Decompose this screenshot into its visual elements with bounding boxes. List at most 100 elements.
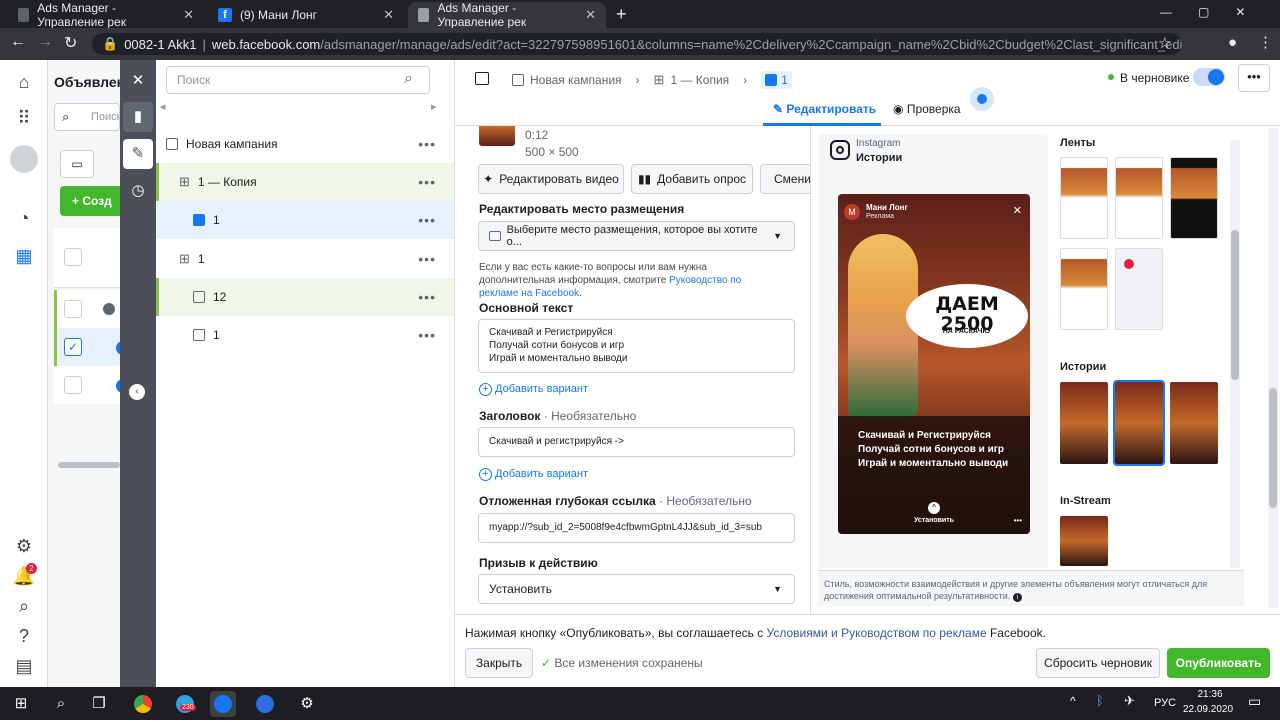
more-icon[interactable]: ••• (418, 174, 436, 190)
history-clock-icon[interactable]: ◷ (123, 176, 153, 206)
bluetooth-icon[interactable]: ᛒ (1096, 693, 1104, 708)
crumb-adset[interactable]: 1 — Копия (670, 73, 729, 87)
tree-item-ad-selected[interactable]: 1 ••• (156, 201, 454, 239)
tree-item-adset[interactable]: ⊞ 1 — Копия ••• (156, 163, 454, 201)
primary-text-input[interactable]: Скачивай и Регистрируйся Получай сотни б… (478, 319, 795, 373)
add-variant-link[interactable]: + Добавить вариант (479, 468, 588, 481)
browser-tab-active[interactable]: Ads Manager - Управление рек ✕ (408, 1, 606, 29)
tray-chevron-icon[interactable]: ^ (1070, 694, 1076, 708)
forward-icon[interactable]: → (37, 33, 53, 51)
browser-taskbar-icon[interactable] (210, 691, 236, 717)
horizontal-scrollbar[interactable] (58, 462, 120, 468)
placement-select[interactable]: Выберите место размещения, которое вы хо… (478, 221, 795, 251)
search-icon[interactable]: ⌕ (48, 691, 74, 717)
tab-edit[interactable]: ✎ Редактировать (773, 102, 876, 116)
placement-thumb-feed[interactable] (1060, 248, 1108, 330)
more-icon[interactable]: ••• (418, 136, 436, 152)
create-button[interactable]: + Созд (60, 186, 120, 216)
more-options-button[interactable]: ••• (1238, 64, 1270, 92)
search-icon[interactable]: ⌕ (12, 594, 36, 618)
cta-select[interactable]: Установить ▼ (478, 574, 795, 604)
window-controls[interactable]: —▢✕ (1160, 5, 1271, 19)
placement-thumb-story[interactable] (1170, 382, 1218, 464)
action-center-icon[interactable]: ▭ (1248, 693, 1261, 710)
apps-grid-icon[interactable]: ⠿ (12, 106, 36, 130)
close-tab-icon[interactable]: ✕ (585, 7, 596, 23)
chart-icon[interactable]: ▮ (123, 102, 153, 132)
tab-review[interactable]: ◉ Проверка (893, 102, 961, 116)
select-all-checkbox[interactable] (64, 248, 82, 266)
tree-item-ad[interactable]: 1 ••• (156, 316, 454, 354)
more-icon[interactable]: ••• (418, 327, 436, 343)
settings-gear-icon[interactable]: ⚙ (12, 534, 36, 558)
url-bar[interactable]: 🔒 0082-1 Akk1 | web.facebook.com/adsmana… (92, 33, 1182, 55)
browser-tab[interactable]: Ads Manager - Управление рек ✕ (8, 1, 204, 29)
story-install[interactable]: Установить (838, 517, 1030, 524)
crumb-campaign[interactable]: Новая кампания (530, 73, 622, 87)
row-checkbox-checked[interactable]: ✓ (64, 338, 82, 356)
task-view-icon[interactable]: ❐ (86, 691, 112, 717)
more-icon[interactable]: ••• (418, 289, 436, 305)
row-checkbox[interactable] (64, 300, 82, 318)
toggle-panel-icon[interactable] (475, 72, 489, 85)
placement-thumb-feed[interactable] (1115, 157, 1163, 239)
settings-gear-icon[interactable]: ⚙ (294, 691, 320, 717)
close-button[interactable]: Закрыть (465, 648, 533, 678)
terms-link[interactable]: Условиями и Руководством по рекламе (767, 626, 987, 640)
more-icon[interactable]: ••• (418, 251, 436, 267)
replace-media-button[interactable]: Сменить (760, 164, 810, 194)
chrome-menu-icon[interactable]: ⋮ (1258, 33, 1273, 51)
chrome-taskbar-icon[interactable] (130, 691, 156, 717)
more-icon[interactable]: ••• (418, 212, 436, 228)
placement-thumb-instream[interactable] (1060, 516, 1108, 566)
help-icon[interactable]: ? (12, 624, 36, 648)
tree-search-input[interactable]: Поиск (166, 66, 430, 94)
headline-input[interactable]: Скачивай и регистрируйся -> (478, 427, 795, 457)
tree-scrollbar-right[interactable]: ▶ (431, 103, 436, 111)
reload-icon[interactable]: ↻ (64, 33, 77, 53)
page-scrollbar[interactable] (1268, 128, 1278, 608)
close-icon[interactable]: ✕ (1013, 204, 1022, 217)
row-checkbox[interactable] (64, 376, 82, 394)
new-tab-icon[interactable]: + (616, 4, 627, 25)
back-icon[interactable]: ← (10, 33, 26, 51)
app-taskbar-icon[interactable] (252, 691, 278, 717)
language-indicator[interactable]: РУС (1154, 697, 1176, 709)
publish-button[interactable]: Опубликовать (1167, 648, 1270, 678)
media-thumbnail[interactable] (479, 126, 515, 146)
reports-icon[interactable]: ▤ (12, 654, 36, 678)
windows-start-icon[interactable]: ⊞ (8, 691, 34, 717)
placement-thumb-feed[interactable] (1115, 248, 1163, 330)
collapse-chevron-icon[interactable]: ‹ (129, 384, 145, 400)
preview-scrollbar[interactable] (1230, 140, 1240, 568)
info-icon[interactable]: i (1012, 593, 1022, 602)
folder-icon[interactable]: ▭ (60, 150, 94, 178)
home-icon[interactable]: ⌂ (12, 70, 36, 94)
placement-thumb-story-selected[interactable] (1113, 380, 1165, 466)
bookmark-star-icon[interactable]: ☆ (1158, 34, 1171, 52)
add-poll-button[interactable]: ▮▮ Добавить опрос (631, 164, 753, 194)
tree-item-campaign[interactable]: Новая кампания ••• (156, 125, 454, 163)
network-icon[interactable]: ✈ (1124, 693, 1135, 709)
clock-date[interactable]: 22.09.2020 (1180, 704, 1236, 715)
profile-icon[interactable]: ● (1228, 34, 1237, 51)
edit-pencil-icon[interactable]: ✎ (123, 139, 153, 169)
deeplink-input[interactable]: myapp://?sub_id_2=5008f9e4cfbwmGptnL4JJ&… (478, 513, 795, 543)
placement-thumb-story[interactable] (1060, 382, 1108, 464)
more-icon[interactable]: ••• (1014, 516, 1022, 525)
reset-draft-button[interactable]: Сбросить черновик (1036, 648, 1160, 678)
draft-toggle[interactable] (1193, 68, 1225, 86)
close-tab-icon[interactable]: ✕ (383, 7, 394, 23)
dashboard-gauge-icon[interactable]: ◔ (12, 206, 36, 230)
placement-thumb-feed[interactable] (1060, 157, 1108, 239)
ads-table-icon[interactable]: ▦ (12, 244, 36, 268)
avatar[interactable] (10, 145, 38, 173)
clock-time[interactable]: 21:36 (1190, 689, 1230, 700)
tree-scrollbar[interactable]: ◀ (160, 103, 438, 111)
browser-tab[interactable]: f (9) Мани Лонг ✕ (208, 2, 404, 28)
close-editor-icon[interactable]: ✕ (123, 66, 153, 96)
crumb-ad[interactable]: 1 (761, 71, 792, 89)
tree-item-adset[interactable]: ⊞ 1 ••• (156, 240, 454, 278)
placement-thumb-feed[interactable] (1170, 157, 1218, 239)
add-variant-link[interactable]: + Добавить вариант (479, 383, 588, 396)
